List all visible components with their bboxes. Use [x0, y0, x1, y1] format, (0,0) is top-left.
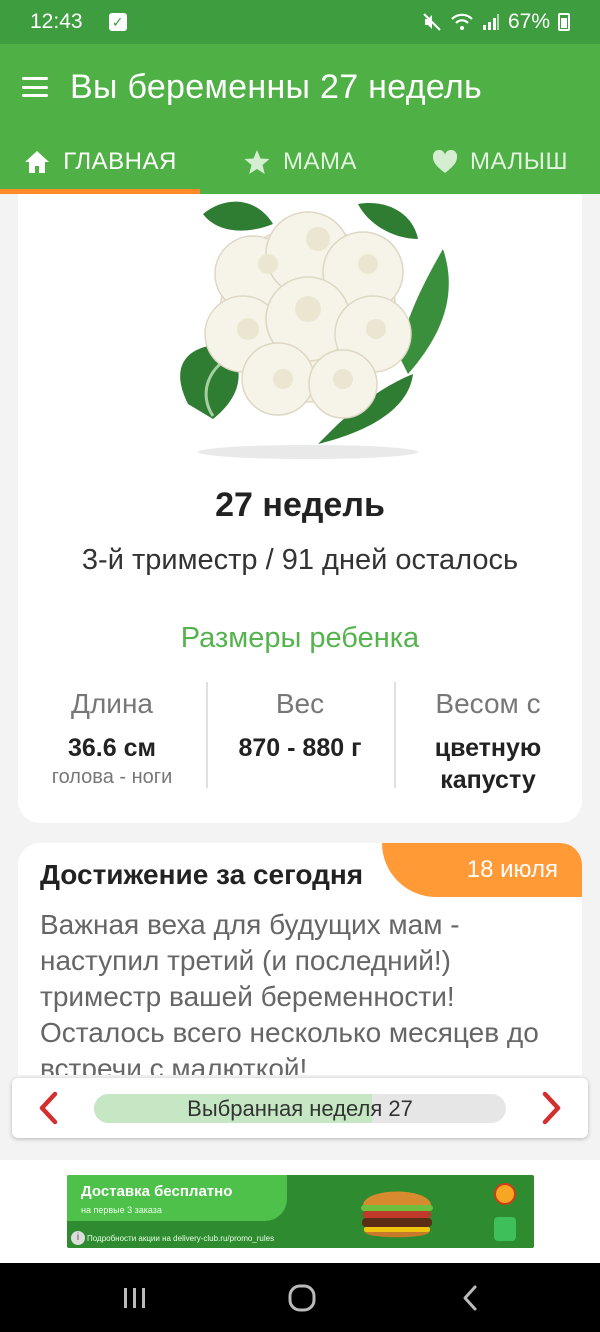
ad-banner[interactable]: Доставка бесплатно на первые 3 заказа i … — [67, 1175, 534, 1248]
heart-icon — [432, 150, 457, 173]
home-button[interactable] — [262, 1263, 342, 1332]
page-title: Вы беременны 27 недель — [70, 67, 483, 106]
battery-percent: 67% — [507, 10, 550, 33]
recent-apps-button[interactable] — [95, 1263, 175, 1332]
achievement-text: Важная веха для будущих мам - наступил т… — [40, 909, 539, 1075]
tab-baby-label: МАЛЫШ — [469, 148, 569, 175]
status-bar: 12:43 ✓ 67% — [0, 0, 600, 44]
delivery-club-logo — [494, 1217, 516, 1241]
ad-area: Доставка бесплатно на первые 3 заказа i … — [0, 1160, 600, 1263]
week-card: 27 недель 3-й триместр / 91 дней осталос… — [18, 194, 582, 823]
ad-info-icon[interactable]: i — [71, 1231, 85, 1245]
star-icon — [244, 150, 270, 174]
tab-home-label: ГЛАВНАЯ — [63, 148, 177, 175]
tab-home[interactable]: ГЛАВНАЯ — [0, 130, 200, 194]
stat-compare-line2: капусту — [440, 766, 536, 794]
week-subtitle: 3-й триместр / 91 дней осталось — [81, 544, 519, 576]
app-bar: Вы беременны 27 недель ГЛАВНАЯ МАМА МАЛЫ… — [0, 44, 600, 194]
back-button[interactable] — [430, 1263, 510, 1332]
chevron-left-icon — [39, 1091, 58, 1125]
tab-baby[interactable]: МАЛЫШ — [400, 130, 600, 194]
cauliflower-image — [180, 201, 449, 459]
stat-compare-label: Весом с — [435, 688, 541, 719]
recent-apps-icon — [124, 1287, 145, 1308]
baby-stats: Длина 36.6 см голова - ноги Вес 870 - 88… — [18, 682, 582, 800]
week-selector: Выбранная неделя 27 — [12, 1078, 588, 1138]
burger-king-logo — [494, 1183, 516, 1205]
achievement-title: Достижение за сегодня — [40, 859, 364, 890]
stat-weight-value: 870 - 880 г — [238, 734, 362, 762]
achievement-card[interactable]: 18 июля Достижение за сегодня Важная вех… — [18, 843, 582, 1075]
battery-icon — [558, 13, 570, 31]
stat-compare: Весом с цветную капусту — [394, 682, 582, 800]
selected-week-label: Выбранная неделя 27 — [187, 1096, 413, 1121]
stat-weight-label: Вес — [275, 688, 325, 719]
signal-icon — [482, 14, 499, 30]
mute-icon — [423, 13, 441, 31]
wifi-icon — [451, 13, 473, 30]
ad-headline: Доставка бесплатно — [81, 1183, 233, 1200]
stat-length-note: голова - ноги — [51, 766, 173, 788]
status-right: 67% — [422, 10, 570, 34]
menu-icon[interactable] — [22, 77, 48, 97]
ad-subline: на первые 3 заказа — [81, 1205, 162, 1215]
week-title: 27 недель — [215, 486, 385, 524]
stat-compare-line1: цветную — [434, 734, 542, 762]
stat-compare-value: цветную капусту — [394, 732, 582, 796]
stat-length: Длина 36.6 см голова - ноги — [18, 682, 206, 800]
home-icon — [25, 151, 50, 173]
status-time: 12:43 — [30, 10, 83, 33]
tab-bar: ГЛАВНАЯ МАМА МАЛЫШ — [0, 130, 600, 194]
stat-weight: Вес 870 - 880 г — [206, 682, 394, 800]
previous-week-button[interactable] — [18, 1078, 78, 1138]
stat-length-value: 36.6 см — [67, 734, 156, 762]
system-nav-bar — [0, 1263, 600, 1332]
tab-mom[interactable]: МАМА — [200, 130, 400, 194]
ad-footer: Подробности акции на delivery-club.ru/pr… — [87, 1234, 275, 1243]
checkbox-notification-icon: ✓ — [108, 13, 127, 31]
achievement-date-badge: 18 июля — [382, 843, 582, 897]
burger-image — [361, 1191, 433, 1238]
stat-length-label: Длина — [71, 688, 153, 719]
sizes-title: Размеры ребенка — [180, 622, 420, 654]
tab-mom-label: МАМА — [283, 148, 357, 175]
back-icon — [463, 1285, 477, 1310]
week-progress-track[interactable]: Выбранная неделя 27 — [94, 1094, 506, 1123]
next-week-button[interactable] — [522, 1078, 582, 1138]
home-circle-icon — [288, 1284, 316, 1311]
chevron-right-icon — [542, 1091, 561, 1125]
